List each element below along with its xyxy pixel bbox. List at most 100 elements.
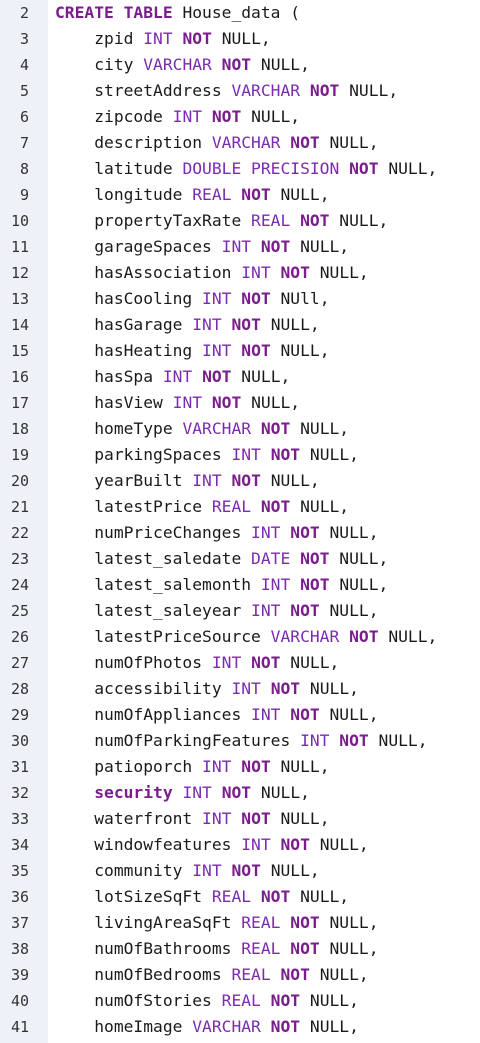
code-area[interactable]: 2 CREATE TABLE House_data (3 zpid INT NOT… bbox=[0, 0, 480, 1040]
code-line[interactable]: 31 patioporch INT NOT NULL, bbox=[0, 754, 480, 780]
identifier-token: NULL, bbox=[251, 55, 310, 74]
code-line[interactable]: 33 waterfront INT NOT NULL, bbox=[0, 806, 480, 832]
code-line-content[interactable]: zpid INT NOT NULL, bbox=[55, 26, 271, 52]
keyword-token: NOT bbox=[349, 159, 379, 178]
identifier-token: NULL, bbox=[300, 1017, 359, 1036]
identifier-token bbox=[280, 913, 290, 932]
code-line-content[interactable]: accessibility INT NOT NULL, bbox=[55, 676, 359, 702]
code-line-content[interactable]: numOfPhotos INT NOT NULL, bbox=[55, 650, 339, 676]
code-line-content[interactable]: hasAssociation INT NOT NULL, bbox=[55, 260, 369, 286]
code-line[interactable]: 34 windowfeatures INT NOT NULL, bbox=[0, 832, 480, 858]
code-line[interactable]: 5 streetAddress VARCHAR NOT NULL, bbox=[0, 78, 480, 104]
code-line[interactable]: 25 latest_saleyear INT NOT NULL, bbox=[0, 598, 480, 624]
code-line[interactable]: 15 hasHeating INT NOT NULL, bbox=[0, 338, 480, 364]
code-line-content[interactable]: numPriceChanges INT NOT NULL, bbox=[55, 520, 378, 546]
code-line-content[interactable]: hasSpa INT NOT NULL, bbox=[55, 364, 290, 390]
code-line[interactable]: 24 latest_salemonth INT NOT NULL, bbox=[0, 572, 480, 598]
code-line[interactable]: 18 homeType VARCHAR NOT NULL, bbox=[0, 416, 480, 442]
code-line-content[interactable]: latest_salemonth INT NOT NULL, bbox=[55, 572, 388, 598]
code-editor[interactable]: 2 CREATE TABLE House_data (3 zpid INT NOT… bbox=[0, 0, 480, 1043]
code-line-content[interactable]: security INT NOT NULL, bbox=[55, 780, 310, 806]
code-line[interactable]: 2 CREATE TABLE House_data ( bbox=[0, 0, 480, 26]
code-line-content[interactable]: livingAreaSqFt REAL NOT NULL, bbox=[55, 910, 378, 936]
keyword-token: NOT bbox=[182, 29, 212, 48]
code-line-content[interactable]: hasGarage INT NOT NULL, bbox=[55, 312, 320, 338]
code-line-content[interactable]: waterfront INT NOT NULL, bbox=[55, 806, 329, 832]
type-token: INT bbox=[202, 809, 232, 828]
code-line[interactable]: 28 accessibility INT NOT NULL, bbox=[0, 676, 480, 702]
code-line[interactable]: 27 numOfPhotos INT NOT NULL, bbox=[0, 650, 480, 676]
code-line[interactable]: 19 parkingSpaces INT NOT NULL, bbox=[0, 442, 480, 468]
type-token: INT bbox=[202, 757, 232, 776]
code-line[interactable]: 26 latestPriceSource VARCHAR NOT NULL, bbox=[0, 624, 480, 650]
code-line-content[interactable]: numOfBedrooms REAL NOT NULL, bbox=[55, 962, 369, 988]
line-number: 40 bbox=[10, 992, 29, 1010]
identifier-token: latestPrice bbox=[55, 497, 212, 516]
code-line-content[interactable]: patioporch INT NOT NULL, bbox=[55, 754, 329, 780]
code-line[interactable]: 13 hasCooling INT NOT NUll, bbox=[0, 286, 480, 312]
code-line[interactable]: 10 propertyTaxRate REAL NOT NULL, bbox=[0, 208, 480, 234]
code-line-content[interactable]: city VARCHAR NOT NULL, bbox=[55, 52, 310, 78]
code-line[interactable]: 8 latitude DOUBLE PRECISION NOT NULL, bbox=[0, 156, 480, 182]
code-line-content[interactable]: numOfBathrooms REAL NOT NULL, bbox=[55, 936, 378, 962]
keyword-token: NOT bbox=[290, 913, 320, 932]
type-token: INT bbox=[260, 575, 291, 594]
code-line-content[interactable]: numOfParkingFeatures INT NOT NULL, bbox=[55, 728, 427, 754]
code-line[interactable]: 38 numOfBathrooms REAL NOT NULL, bbox=[0, 936, 480, 962]
code-line[interactable]: 41 homeImage VARCHAR NOT NULL, bbox=[0, 1014, 480, 1040]
code-line[interactable]: 11 garageSpaces INT NOT NULL, bbox=[0, 234, 480, 260]
code-line-content[interactable]: lotSizeSqFt REAL NOT NULL, bbox=[55, 884, 349, 910]
line-number: 13 bbox=[10, 290, 29, 308]
code-line[interactable]: 21 latestPrice REAL NOT NULL, bbox=[0, 494, 480, 520]
code-line-content[interactable]: longitude REAL NOT NULL, bbox=[55, 182, 329, 208]
keyword-token: NOT bbox=[211, 393, 242, 412]
code-line-content[interactable]: yearBuilt INT NOT NULL, bbox=[55, 468, 320, 494]
type-token: REAL bbox=[251, 211, 291, 230]
identifier-token bbox=[231, 341, 241, 360]
code-line-content[interactable]: latestPriceSource VARCHAR NOT NULL, bbox=[55, 624, 437, 650]
code-line-content[interactable]: community INT NOT NULL, bbox=[55, 858, 320, 884]
code-line[interactable]: 20 yearBuilt INT NOT NULL, bbox=[0, 468, 480, 494]
code-line-content[interactable]: numOfStories REAL NOT NULL, bbox=[55, 988, 359, 1014]
code-line[interactable]: 30 numOfParkingFeatures INT NOT NULL, bbox=[0, 728, 480, 754]
code-line-content[interactable]: hasView INT NOT NULL, bbox=[55, 390, 300, 416]
code-line-content[interactable]: streetAddress VARCHAR NOT NULL, bbox=[55, 78, 398, 104]
code-line[interactable]: 35 community INT NOT NULL, bbox=[0, 858, 480, 884]
line-number: 12 bbox=[10, 264, 29, 282]
code-line-content[interactable]: hasHeating INT NOT NULL, bbox=[55, 338, 329, 364]
code-line-content[interactable]: description VARCHAR NOT NULL, bbox=[55, 130, 378, 156]
code-line-content[interactable]: homeImage VARCHAR NOT NULL, bbox=[55, 1014, 359, 1040]
code-line-content[interactable]: CREATE TABLE House_data ( bbox=[55, 0, 300, 26]
code-line-content[interactable]: zipcode INT NOT NULL, bbox=[55, 104, 300, 130]
code-line[interactable]: 23 latest_saledate DATE NOT NULL, bbox=[0, 546, 480, 572]
code-line-content[interactable]: propertyTaxRate REAL NOT NULL, bbox=[55, 208, 388, 234]
code-line[interactable]: 12 hasAssociation INT NOT NULL, bbox=[0, 260, 480, 286]
code-line-content[interactable]: garageSpaces INT NOT NULL, bbox=[55, 234, 349, 260]
code-line[interactable]: 29 numOfAppliances INT NOT NULL, bbox=[0, 702, 480, 728]
code-line-content[interactable]: parkingSpaces INT NOT NULL, bbox=[55, 442, 359, 468]
identifier-token: NULL, bbox=[231, 367, 291, 386]
code-line-content[interactable]: latest_saledate DATE NOT NULL, bbox=[55, 546, 388, 572]
code-line[interactable]: 17 hasView INT NOT NULL, bbox=[0, 390, 480, 416]
code-line[interactable]: 3 zpid INT NOT NULL, bbox=[0, 26, 480, 52]
code-line[interactable]: 7 description VARCHAR NOT NULL, bbox=[0, 130, 480, 156]
code-line-content[interactable]: hasCooling INT NOT NUll, bbox=[55, 286, 329, 312]
code-line[interactable]: 22 numPriceChanges INT NOT NULL, bbox=[0, 520, 480, 546]
code-line[interactable]: 39 numOfBedrooms REAL NOT NULL, bbox=[0, 962, 480, 988]
code-line[interactable]: 16 hasSpa INT NOT NULL, bbox=[0, 364, 480, 390]
code-line[interactable]: 32 security INT NOT NULL, bbox=[0, 780, 480, 806]
code-line-content[interactable]: latest_saleyear INT NOT NULL, bbox=[55, 598, 378, 624]
code-line[interactable]: 4 city VARCHAR NOT NULL, bbox=[0, 52, 480, 78]
code-line[interactable]: 37 livingAreaSqFt REAL NOT NULL, bbox=[0, 910, 480, 936]
code-line-content[interactable]: homeType VARCHAR NOT NULL, bbox=[55, 416, 349, 442]
code-line-content[interactable]: windowfeatures INT NOT NULL, bbox=[55, 832, 369, 858]
code-line[interactable]: 6 zipcode INT NOT NULL, bbox=[0, 104, 480, 130]
keyword-token: NOT bbox=[270, 445, 301, 464]
code-line-content[interactable]: numOfAppliances INT NOT NULL, bbox=[55, 702, 378, 728]
code-line[interactable]: 40 numOfStories REAL NOT NULL, bbox=[0, 988, 480, 1014]
code-line[interactable]: 36 lotSizeSqFt REAL NOT NULL, bbox=[0, 884, 480, 910]
code-line-content[interactable]: latitude DOUBLE PRECISION NOT NULL, bbox=[55, 156, 437, 182]
code-line[interactable]: 9 longitude REAL NOT NULL, bbox=[0, 182, 480, 208]
code-line[interactable]: 14 hasGarage INT NOT NULL, bbox=[0, 312, 480, 338]
code-line-content[interactable]: latestPrice REAL NOT NULL, bbox=[55, 494, 349, 520]
